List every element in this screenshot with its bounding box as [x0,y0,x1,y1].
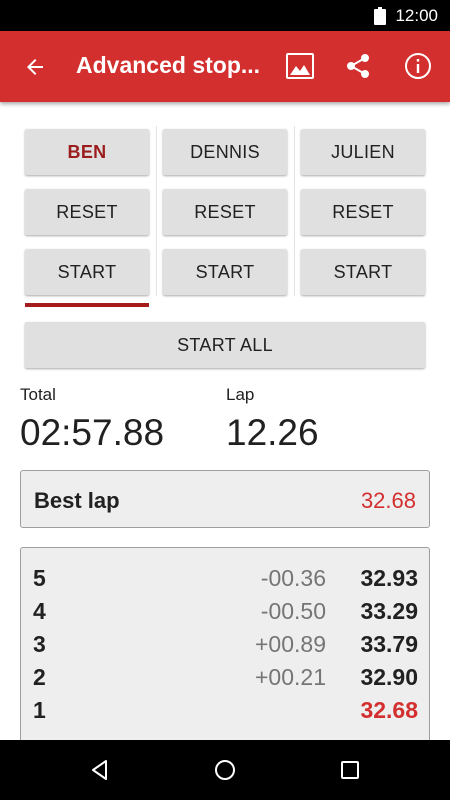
list-item: 3 +00.89 33.79 [21,628,429,661]
image-icon [286,53,314,79]
lap-diff: +00.21 [255,664,326,690]
reset-ben-button[interactable]: RESET [25,189,149,235]
lap-number: 4 [33,598,46,624]
best-lap-label: Best lap [34,488,120,513]
share-icon [347,54,369,78]
info-button[interactable] [400,48,436,84]
nav-home-button[interactable] [208,754,242,786]
player-julien-button[interactable]: JULIEN [301,129,425,175]
list-item: 1 32.68 [21,694,429,727]
nav-home-icon [215,760,235,780]
start-dennis-button[interactable]: START [163,249,287,295]
lap-value: 12.26 [226,412,319,453]
laps-list[interactable]: 5 -00.36 32.93 4 -00.50 33.29 3 +00.89 3… [20,547,430,747]
lap-number: 3 [33,631,46,657]
lap-diff: -00.50 [260,598,326,624]
start-ben-button[interactable]: START [25,249,149,295]
lap-time: 32.93 [360,565,418,591]
best-lap-value: 32.68 [360,488,416,513]
status-bar: 12:00 [0,0,450,31]
player-dennis-button[interactable]: DENNIS [163,129,287,175]
nav-back-button[interactable] [83,754,117,786]
lap-label: Lap [226,385,255,404]
column-divider [294,126,295,296]
arrow-back-icon [27,59,43,75]
lap-diff: -00.36 [260,565,326,591]
reset-julien-button[interactable]: RESET [301,189,425,235]
status-time: 12:00 [395,5,438,25]
share-button[interactable] [340,48,376,84]
start-julien-button[interactable]: START [301,249,425,295]
reset-dennis-button[interactable]: RESET [163,189,287,235]
nav-back-icon [92,760,107,780]
lap-time: 33.79 [360,631,418,657]
lap-time: 33.29 [360,598,418,624]
lap-time: 32.90 [360,664,418,690]
image-button[interactable] [282,48,318,84]
best-lap-card: Best lap 32.68 [20,470,430,528]
start-all-button[interactable]: START ALL [25,322,425,368]
selected-player-indicator [25,303,149,307]
total-label: Total [20,385,56,404]
info-icon [405,53,431,79]
lap-time: 32.68 [360,697,418,723]
app-title: Advanced stop... [76,52,261,78]
lap-number: 5 [33,565,46,591]
lap-number: 2 [33,664,46,690]
list-item: 5 -00.36 32.93 [21,562,429,595]
lap-number: 1 [33,697,46,723]
list-item: 2 +00.21 32.90 [21,661,429,694]
total-value: 02:57.88 [20,412,165,453]
list-item: 4 -00.50 33.29 [21,595,429,628]
back-button[interactable] [18,51,52,83]
player-ben-button[interactable]: BEN [25,129,149,175]
nav-recents-icon [341,761,359,779]
column-divider [156,126,157,296]
app-bar: Advanced stop... [0,31,450,102]
navigation-bar [0,740,450,800]
lap-diff: +00.89 [255,631,326,657]
battery-full-icon [374,6,387,25]
nav-recents-button[interactable] [333,754,367,786]
